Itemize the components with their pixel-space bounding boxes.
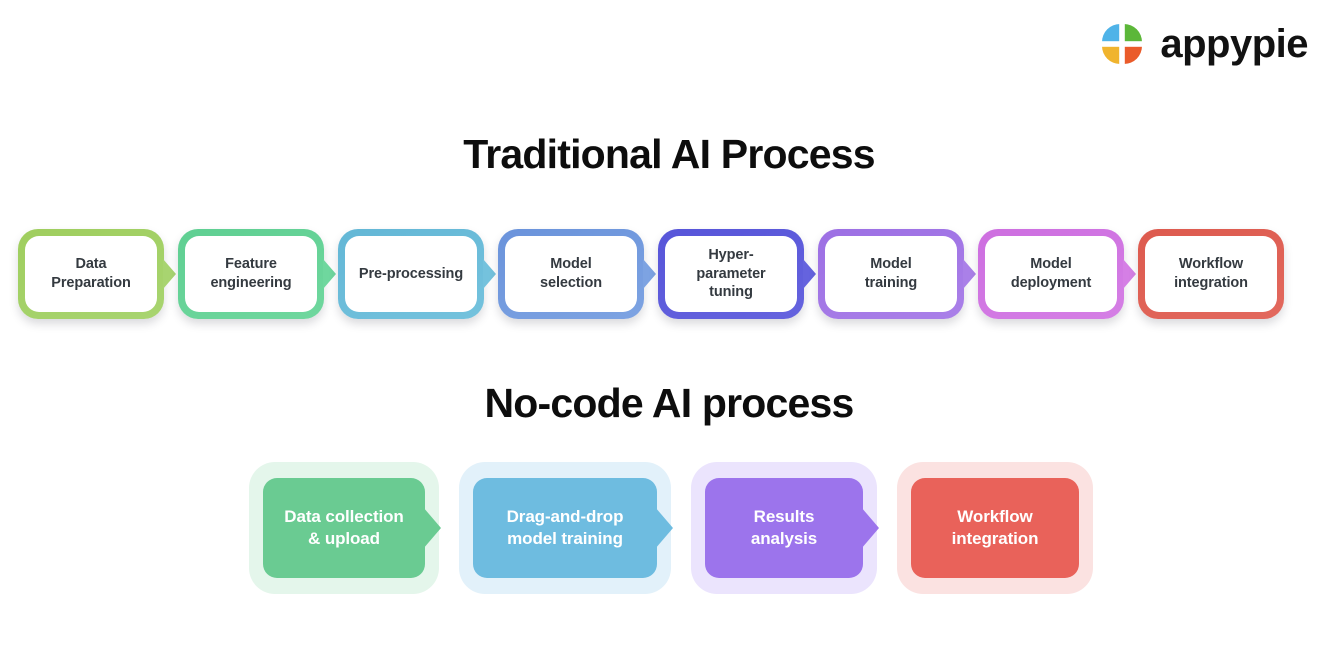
appypie-pinwheel-logo-icon [1099, 21, 1146, 67]
step-inner: Workflow integration [911, 478, 1079, 578]
section-title-traditional: Traditional AI Process [463, 131, 875, 177]
flow-row-nocode: Data collection & upload Drag-and-drop mo… [249, 462, 1093, 594]
step-workflow-integration[interactable]: Workflow integration [897, 462, 1093, 594]
step-label: Hyper- parameter tuning [696, 247, 766, 301]
arrow-right-icon [1123, 259, 1136, 289]
logo-petal-bottom-right [1124, 46, 1143, 64]
step-hyper-parameter-tuning[interactable]: Hyper- parameter tuning [658, 229, 816, 319]
arrow-right-icon [483, 259, 496, 289]
step-model-selection[interactable]: Model selection [498, 229, 656, 319]
step-drag-and-drop-model-training[interactable]: Drag-and-drop model training [459, 462, 673, 594]
step-data-preparation[interactable]: Data Preparation [18, 229, 176, 319]
logo-petal-top-right [1124, 24, 1143, 42]
arrow-right-icon [323, 259, 336, 289]
step-inner: Pre-processing [345, 236, 477, 312]
step-inner: Hyper- parameter tuning [665, 236, 797, 312]
brand-name: appypie [1160, 22, 1308, 66]
brand-logo: appypie [1096, 18, 1308, 70]
step-inner: Drag-and-drop model training [473, 478, 657, 578]
step-model-training[interactable]: Model training [818, 229, 976, 319]
step-inner: Model training [825, 236, 957, 312]
step-label: Feature engineering [210, 256, 292, 291]
step-data-collection-upload[interactable]: Data collection & upload [249, 462, 441, 594]
arrow-right-icon [643, 259, 656, 289]
step-label: Results analysis [750, 506, 818, 548]
step-pre-processing[interactable]: Pre-processing [338, 229, 496, 319]
step-label: Pre-processing [358, 265, 464, 282]
arrow-right-icon [861, 507, 879, 549]
step-label: Data Preparation [51, 256, 131, 291]
arrow-right-icon [655, 507, 673, 549]
step-inner: Model selection [505, 236, 637, 312]
logo-gap-horizontal [1099, 41, 1146, 47]
arrow-right-icon [963, 259, 976, 289]
step-label: Workflow integration [951, 506, 1039, 548]
step-inner: Feature engineering [185, 236, 317, 312]
step-results-analysis[interactable]: Results analysis [691, 462, 879, 594]
step-inner: Data collection & upload [263, 478, 425, 578]
step-inner: Results analysis [705, 478, 863, 578]
step-model-deployment[interactable]: Model deployment [978, 229, 1136, 319]
logo-petal-top-left [1102, 24, 1121, 42]
logo-petal-bottom-left [1102, 46, 1121, 64]
section-title-nocode: No-code AI process [484, 380, 854, 426]
step-label: Model selection [540, 256, 602, 291]
step-label: Workflow integration [1174, 256, 1248, 291]
step-feature-engineering[interactable]: Feature engineering [178, 229, 336, 319]
arrow-right-icon [423, 507, 441, 549]
arrow-right-icon [163, 259, 176, 289]
step-inner: Workflow integration [1145, 236, 1277, 312]
step-label: Model deployment [1010, 256, 1092, 291]
step-workflow-integration[interactable]: Workflow integration [1138, 229, 1284, 319]
arrow-right-icon [803, 259, 816, 289]
step-label: Data collection & upload [284, 506, 404, 548]
step-label: Model training [864, 256, 918, 291]
step-label: Drag-and-drop model training [506, 506, 624, 548]
flow-row-traditional: Data Preparation Feature engineering Pre-p… [18, 224, 1320, 324]
step-inner: Model deployment [985, 236, 1117, 312]
step-inner: Data Preparation [25, 236, 157, 312]
